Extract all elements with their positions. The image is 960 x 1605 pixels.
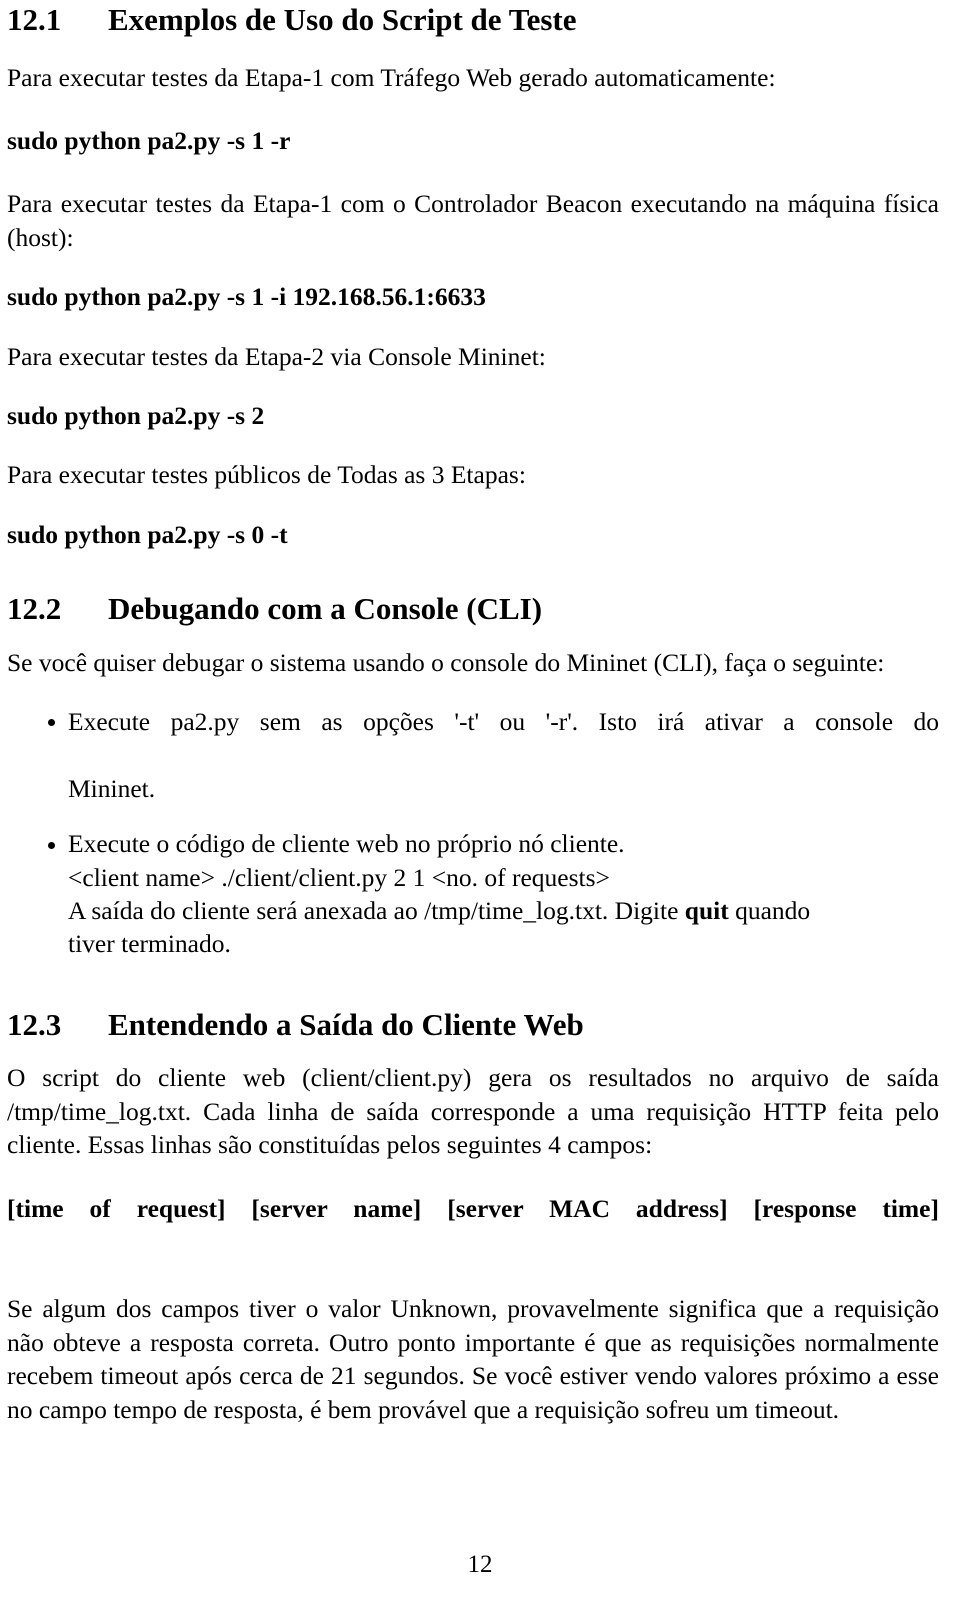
bullet-dot-icon xyxy=(48,841,55,849)
section-number-12-3: 12.3 xyxy=(7,1006,62,1042)
bullet-2-line-3-suffix: quando xyxy=(728,896,811,926)
command-stage1-random: sudo python pa2.py -s 1 -r xyxy=(7,125,291,155)
section-title-12-3: Entendendo a Saída do Cliente Web xyxy=(108,1006,584,1042)
list-item: Execute o código de cliente web no própr… xyxy=(7,827,939,961)
section-number-12-1: 12.1 xyxy=(7,2,62,37)
paragraph-intro-stage2: Para executar testes da Etapa-2 via Cons… xyxy=(7,341,546,371)
section-number-12-2: 12.2 xyxy=(7,591,62,627)
bullet-2-line-1: Execute o código de cliente web no própr… xyxy=(68,829,625,859)
paragraph-cli-intro: Se você quiser debugar o sistema usando … xyxy=(7,647,885,677)
section-heading-12-1: 12.1 Exemplos de Uso do Script de Teste xyxy=(7,2,939,39)
section-title-12-2: Debugando com a Console (CLI) xyxy=(108,591,543,627)
list-item: Execute pa2.py sem as opções '-t' ou '-r… xyxy=(7,705,939,805)
document-page: 12.1 Exemplos de Uso do Script de Teste P… xyxy=(0,0,960,1605)
command-stage1-beacon: sudo python pa2.py -s 1 -i 192.168.56.1:… xyxy=(7,282,486,312)
page-number: 12 xyxy=(467,1551,493,1578)
paragraph-unknown-timeout: Se algum dos campos tiver o valor Unknow… xyxy=(7,1294,939,1424)
bullet-2-line-4: tiver terminado. xyxy=(68,929,231,959)
section-heading-12-2: 12.2 Debugando com a Console (CLI) xyxy=(7,591,939,628)
quit-keyword: quit xyxy=(684,896,729,926)
page-content: 12.1 Exemplos de Uso do Script de Teste P… xyxy=(7,0,939,1426)
bullet-dot-icon xyxy=(48,719,55,727)
bullet-1-line-2: Mininet. xyxy=(68,773,156,803)
section-heading-12-3: 12.3 Entendendo a Saída do Cliente Web xyxy=(7,1007,939,1044)
paragraph-output-description: O script do cliente web (client/client.p… xyxy=(7,1063,939,1160)
cli-instructions-list: Execute pa2.py sem as opções '-t' ou '-r… xyxy=(7,705,939,961)
bullet-1-line-1: Execute pa2.py sem as opções '-t' ou '-r… xyxy=(68,707,939,737)
paragraph-intro-all-stages: Para executar testes públicos de Todas a… xyxy=(7,460,526,490)
output-fields-line: [time of request] [server name] [server … xyxy=(7,1193,939,1223)
command-stage2: sudo python pa2.py -s 2 xyxy=(7,400,265,430)
section-title-12-1: Exemplos de Uso do Script de Teste xyxy=(108,2,577,37)
bullet-2-line-3: A saída do cliente será anexada ao /tmp/… xyxy=(68,894,939,927)
bullet-2-line-2: <client name> ./client/client.py 2 1 <no… xyxy=(68,862,610,892)
paragraph-intro-stage1-web: Para executar testes da Etapa-1 com Tráf… xyxy=(7,62,776,92)
paragraph-intro-stage1-beacon: Para executar testes da Etapa-1 com o Co… xyxy=(7,189,939,252)
bullet-2-line-3-prefix: A saída do cliente será anexada ao /tmp/… xyxy=(68,896,685,926)
command-all-stages: sudo python pa2.py -s 0 -t xyxy=(7,519,288,549)
